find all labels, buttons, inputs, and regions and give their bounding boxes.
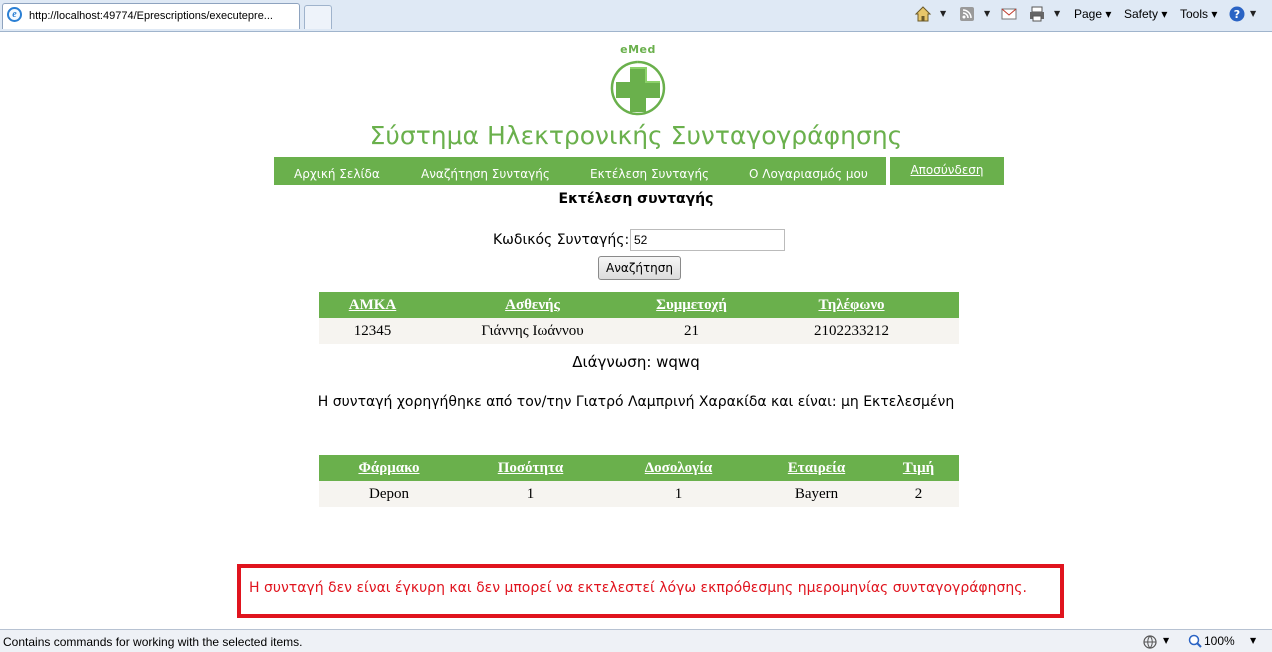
safety-menu[interactable]: Safety ▾ [1124,7,1167,21]
home-dropdown-icon[interactable]: ▼ [940,9,946,18]
table-cell: 12345 [319,318,426,344]
patient-table: ΑΜΚΑ Ασθενής Συμμετοχή Τηλέφωνο 12345 Γι… [319,292,959,344]
mail-icon[interactable] [1000,5,1018,23]
nav-bar: Αρχική Σελίδα Αναζήτηση Συνταγής Εκτέλεσ… [274,157,886,185]
zoom-level[interactable]: 100% [1204,634,1235,648]
column-header[interactable]: Δοσολογία [602,455,755,481]
column-header[interactable]: Φάρμακο [319,455,459,481]
column-header[interactable]: Εταιρεία [755,455,878,481]
page-content: eMed Σύστημα Ηλεκτρονικής Συνταγογράφηση… [0,33,1272,628]
nav-search-prescription[interactable]: Αναζήτηση Συνταγής [421,167,550,181]
status-text: Contains commands for working with the s… [3,635,303,649]
browser-toolbar: http://localhost:49774/Eprescriptions/ex… [0,0,1272,32]
page-heading: Εκτέλεση συνταγής [558,191,714,207]
column-header[interactable]: Τηλέφωνο [744,292,959,318]
table-cell: Γιάννης Ιωάννου [426,318,639,344]
table-cell: 2 [878,481,959,507]
help-dropdown-icon[interactable]: ▼ [1250,9,1256,18]
table-cell: Bayern [755,481,878,507]
ie-logo-icon: e [7,7,22,22]
zoom-icon[interactable] [1188,634,1202,648]
table-cell: 1 [602,481,755,507]
table-row: Depon 1 1 Bayern 2 [319,481,959,507]
nav-execute-prescription[interactable]: Εκτέλεση Συνταγής [590,167,709,181]
column-header[interactable]: Ασθενής [426,292,639,318]
feeds-dropdown-icon[interactable]: ▼ [984,9,990,18]
logo-text: eMed [620,43,656,56]
table-cell: 2102233212 [744,318,959,344]
help-icon[interactable]: ? [1228,5,1246,23]
column-header[interactable]: ΑΜΚΑ [319,292,426,318]
site-logo: eMed [596,43,680,125]
table-header-row: Φάρμακο Ποσότητα Δοσολογία Εταιρεία Τιμή [319,455,959,481]
protected-mode-dropdown-icon[interactable]: ▼ [1163,636,1169,645]
page-menu[interactable]: Page ▾ [1074,7,1111,21]
main-navigation: Αρχική Σελίδα Αναζήτηση Συνταγής Εκτέλεσ… [274,157,1004,185]
table-cell: Depon [319,481,459,507]
table-cell: 1 [459,481,602,507]
prescription-code-label: Κωδικός Συνταγής: [493,232,630,248]
prescription-code-input[interactable] [630,229,785,251]
nav-my-account[interactable]: Ο Λογαριασμός μου [749,167,868,181]
table-cell: 21 [639,318,744,344]
zoom-dropdown-icon[interactable]: ▼ [1250,636,1256,645]
tools-menu[interactable]: Tools ▾ [1180,7,1217,21]
protected-mode-icon[interactable] [1142,634,1158,650]
prescription-status-text: Η συνταγή χορηγήθηκε από τον/την Γιατρό … [317,394,955,410]
feeds-icon[interactable] [958,5,976,23]
status-bar: Contains commands for working with the s… [0,629,1272,652]
drug-table: Φάρμακο Ποσότητα Δοσολογία Εταιρεία Τιμή… [319,455,959,507]
diagnosis-text: Διάγνωση: wqwq [572,353,700,371]
error-message: Η συνταγή δεν είναι έγκυρη και δεν μπορε… [237,564,1064,618]
table-header-row: ΑΜΚΑ Ασθενής Συμμετοχή Τηλέφωνο [319,292,959,318]
green-cross-icon [610,60,666,116]
tab-url: http://localhost:49774/Eprescriptions/ex… [29,10,273,22]
nav-home[interactable]: Αρχική Σελίδα [294,167,380,181]
column-header[interactable]: Ποσότητα [459,455,602,481]
browser-tab[interactable]: http://localhost:49774/Eprescriptions/ex… [2,3,300,29]
search-button[interactable]: Αναζήτηση [598,256,681,280]
print-icon[interactable] [1028,5,1046,23]
new-tab-button[interactable] [304,5,332,29]
column-header[interactable]: Τιμή [878,455,959,481]
print-dropdown-icon[interactable]: ▼ [1054,9,1060,18]
table-row: 12345 Γιάννης Ιωάννου 21 2102233212 [319,318,959,344]
svg-text:?: ? [1234,8,1240,21]
site-title: Σύστημα Ηλεκτρονικής Συνταγογράφησης [369,121,903,150]
home-icon[interactable] [914,5,932,23]
column-header[interactable]: Συμμετοχή [639,292,744,318]
logout-link[interactable]: Αποσύνδεση [890,157,1004,185]
